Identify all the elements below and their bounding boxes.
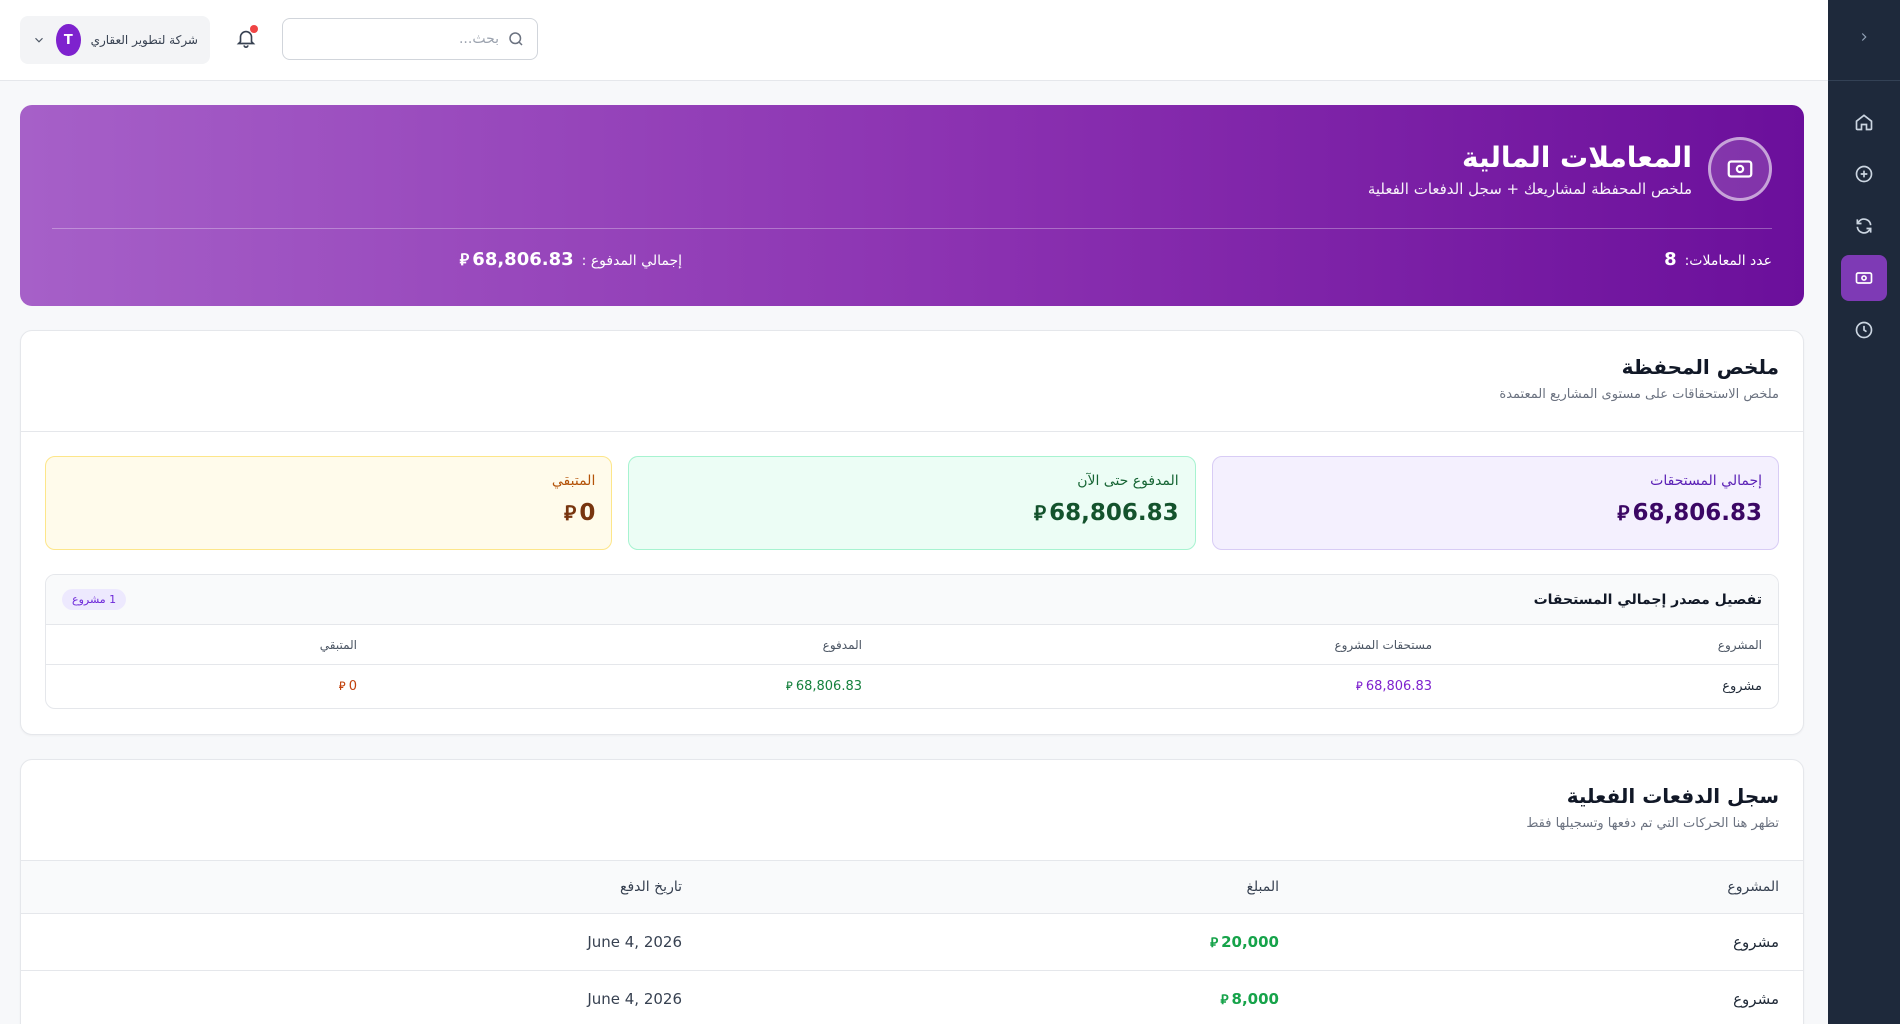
currency-icon: ⃁ [1617,501,1630,525]
project-name: مشروع [1722,679,1762,694]
paid-so-far-label: المدفوع حتى الآن [1077,473,1179,489]
avatar: T [56,24,81,56]
topbar: شركة لتطوير العقاري T [0,0,1828,81]
due-breakdown-table: تفصيل مصدر إجمالي المستحقات 1 مشروع المش… [45,574,1779,709]
sidebar-item-transactions[interactable] [1841,255,1887,301]
column-header: مستحقات المشروع [1334,637,1432,652]
money-icon [1708,137,1772,201]
plus-circle-icon [1855,165,1873,183]
payments-subtitle: تظهر هنا الحركات التي تم دفعها وتسجيلها … [1526,816,1779,831]
paid-so-far-value: 68,806.83 [1049,500,1179,526]
breakdown-title: تفصيل مصدر إجمالي المستحقات [1533,591,1762,608]
money-icon [1855,272,1873,284]
notification-dot [250,25,258,33]
portfolio-subtitle: ملخص الاستحقاقات على مستوى المشاريع المع… [1499,387,1779,402]
portfolio-summary-card: ملخص المحفظة ملخص الاستحقاقات على مستوى … [20,330,1804,735]
table-header: المشروع المبلغ تاريخ الدفع [21,861,1803,914]
count-label: عدد المعاملات: [1684,253,1772,269]
table-row[interactable]: مشروع 8,000⃁ June 4, 2026 [21,971,1803,1024]
currency-icon: ⃁ [1355,679,1363,693]
payment-date: June 4, 2026 [587,933,682,951]
remaining-card: المتبقي 0⃁ [45,456,613,550]
notifications-button[interactable] [232,24,260,52]
total-due-label: إجمالي المستحقات [1650,473,1762,489]
column-header: المشروع [1727,879,1779,895]
total-paid: إجمالي المدفوع : 68,806.83⃁ [460,249,682,270]
page-title: المعاملات المالية [1461,140,1692,174]
remaining-value: 0 [579,500,596,526]
total-paid-value: 68,806.83 [472,249,574,270]
currency-icon: ⃁ [338,679,346,693]
payment-project: مشروع [1733,990,1779,1008]
chevron-right-icon [1861,33,1867,41]
currency-icon: ⃁ [564,501,577,525]
refresh-icon [1856,218,1872,234]
column-header: المبلغ [1246,879,1279,895]
search-box [282,18,538,60]
search-input[interactable] [309,31,499,47]
page-subtitle: ملخص المحفظة لمشاريعك + سجل الدفعات الفع… [1367,179,1692,198]
table-row: مشروع 68,806.83⃁ 68,806.83⃁ 0⃁ [46,665,1778,708]
sidebar [1828,0,1900,1024]
main-content: المعاملات المالية ملخص المحفظة لمشاريعك … [20,81,1804,1024]
payments-title: سجل الدفعات الفعلية [1566,784,1779,808]
company-name: شركة لتطوير العقاري [90,33,198,47]
column-header: المشروع [1717,637,1762,652]
sidebar-item-refresh[interactable] [1841,203,1887,249]
clock-icon [1855,321,1873,339]
column-header: المدفوع [822,637,862,652]
transactions-hero: المعاملات المالية ملخص المحفظة لمشاريعك … [20,105,1804,306]
hero-divider [52,228,1772,229]
company-switcher[interactable]: شركة لتطوير العقاري T [20,16,210,64]
portfolio-title: ملخص المحفظة [1621,355,1779,379]
sidebar-toggle-button[interactable] [1849,22,1879,52]
transactions-count: عدد المعاملات: 8 [682,249,1772,270]
payment-project: مشروع [1733,933,1779,951]
paid-so-far-card: المدفوع حتى الآن 68,806.83⃁ [628,456,1196,550]
sidebar-item-add[interactable] [1841,151,1887,197]
payment-amount: 8,000 [1231,990,1279,1008]
currency-icon: ⃁ [459,250,470,269]
payment-date: June 4, 2026 [587,990,682,1008]
project-paid: 68,806.83 [795,679,862,694]
table-row[interactable]: مشروع 20,000⃁ June 4, 2026 [21,914,1803,971]
project-count-badge: 1 مشروع [62,589,127,610]
home-icon [1855,114,1873,131]
payment-amount: 20,000 [1221,933,1279,951]
payments-log-card: سجل الدفعات الفعلية تظهر هنا الحركات الت… [20,759,1804,1024]
column-header: تاريخ الدفع [620,879,682,895]
total-paid-label: إجمالي المدفوع : [581,253,682,269]
total-due-value: 68,806.83 [1632,500,1763,526]
table-header: المشروع مستحقات المشروع المدفوع المتبقي [46,625,1778,665]
sidebar-item-history[interactable] [1841,307,1887,353]
currency-icon: ⃁ [1033,501,1047,525]
search-icon [509,32,523,46]
column-header: المتبقي [319,637,357,652]
currency-icon: ⃁ [1210,935,1219,951]
remaining-label: المتبقي [551,473,596,489]
count-value: 8 [1664,249,1677,270]
sidebar-item-home[interactable] [1841,99,1887,145]
sidebar-divider [1828,80,1900,81]
chevron-down-icon [32,33,46,47]
project-due: 68,806.83 [1365,679,1432,694]
project-remaining: 0 [348,679,357,694]
currency-icon: ⃁ [785,679,793,693]
currency-icon: ⃁ [1220,992,1229,1008]
total-due-card: إجمالي المستحقات 68,806.83⃁ [1211,456,1779,550]
